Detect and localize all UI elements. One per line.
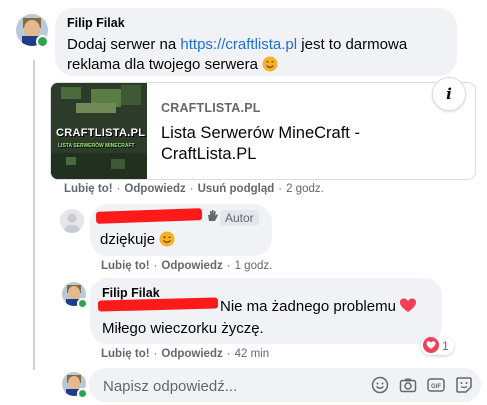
- like-action[interactable]: Lubię to!: [101, 348, 150, 360]
- camera-icon[interactable]: [399, 376, 417, 394]
- reply-action[interactable]: Odpowiedz: [161, 260, 222, 272]
- comment-actions: Lubię to! · Odpowiedz · Usuń podgląd · 2 godz.: [64, 183, 324, 195]
- info-icon[interactable]: i: [432, 77, 466, 111]
- svg-text:GIF: GIF: [431, 384, 441, 390]
- redacted-author-name: [95, 208, 203, 224]
- comment-text-part: Dodaj serwer na: [67, 36, 181, 53]
- online-status-indicator: [77, 388, 88, 399]
- comment-timestamp[interactable]: 42 min: [235, 348, 270, 360]
- comment-text-part: Nie ma żadnego problemu: [220, 298, 396, 315]
- link-preview-card[interactable]: CRAFTLISTA.PL LISTA SERWERÓW MINECRAFT C…: [50, 82, 476, 180]
- remove-preview-action[interactable]: Usuń podgląd: [198, 183, 275, 195]
- sticker-icon[interactable]: [455, 376, 473, 394]
- thumbnail-logo-text: CRAFTLISTA.PL: [56, 127, 146, 139]
- comment-text: Dodaj serwer na https://craftlista.pl je…: [67, 35, 447, 78]
- author-badge: Autor: [220, 210, 259, 226]
- smiling-face-emoji-icon: [262, 56, 278, 78]
- comment-link[interactable]: https://craftlista.pl: [180, 36, 297, 53]
- comment-text: Nie ma żadnego problemu: [220, 297, 417, 319]
- comment-author[interactable]: Filip Filak: [67, 16, 125, 30]
- comment-bubble[interactable]: Filip Filak Nie ma żadnego problemu Miłe…: [90, 278, 442, 344]
- thumbnail-subtext: LISTA SERWERÓW MINECRAFT: [58, 143, 135, 149]
- reply-input[interactable]: [101, 368, 355, 404]
- emoji-icon[interactable]: [371, 376, 389, 394]
- comment-bubble[interactable]: Filip Filak Dodaj serwer na https://craf…: [55, 8, 457, 76]
- avatar[interactable]: [60, 209, 84, 233]
- comment-text-part: dziękuje: [100, 231, 156, 248]
- reaction-count: 1: [442, 341, 449, 353]
- preview-thumbnail: CRAFTLISTA.PL LISTA SERWERÓW MINECRAFT: [51, 83, 147, 179]
- gif-icon[interactable]: GIF: [427, 376, 445, 394]
- heart-reaction-icon: [423, 337, 439, 359]
- reply-composer[interactable]: GIF: [89, 368, 481, 404]
- thread-line: [33, 60, 35, 370]
- reply-action[interactable]: Odpowiedz: [161, 348, 222, 360]
- wave-hand-icon: [206, 209, 219, 227]
- online-status-indicator: [36, 35, 49, 48]
- preview-domain: CRAFTLISTA.PL: [161, 101, 261, 115]
- comment-text: dziękuje: [100, 230, 175, 253]
- redacted-mention: [97, 297, 219, 312]
- comment-text: Miłego wieczorku życzę.: [102, 320, 264, 337]
- like-action[interactable]: Lubię to!: [101, 260, 150, 272]
- comment-timestamp[interactable]: 2 godz.: [286, 183, 324, 195]
- comment-actions: Lubię to! · Odpowiedz · 1 godz.: [101, 260, 273, 272]
- online-status-indicator: [77, 298, 88, 309]
- reply-action[interactable]: Odpowiedz: [124, 183, 185, 195]
- red-heart-emoji-icon: [400, 298, 417, 319]
- reaction-badge[interactable]: 1: [421, 337, 454, 355]
- comment-timestamp[interactable]: 1 godz.: [235, 260, 273, 272]
- comment-actions: Lubię to! · Odpowiedz · 42 min: [101, 348, 270, 360]
- comment-author[interactable]: Filip Filak: [102, 286, 160, 300]
- comment-bubble[interactable]: Autor dziękuje: [90, 204, 272, 256]
- preview-title[interactable]: Lista Serwerów MineCraft - CraftLista.PL: [161, 123, 411, 165]
- winking-face-emoji-icon: [159, 231, 175, 253]
- like-action[interactable]: Lubię to!: [64, 183, 113, 195]
